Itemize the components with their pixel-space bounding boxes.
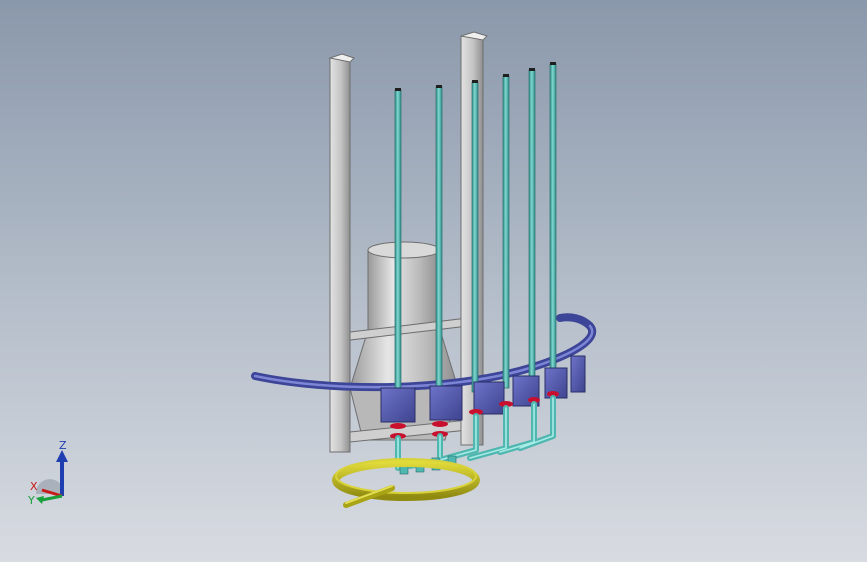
- valve-box[interactable]: [380, 387, 416, 423]
- fitting[interactable]: [390, 423, 406, 429]
- orientation-triad[interactable]: Z X Y: [22, 440, 82, 510]
- vertical-pipe[interactable]: [528, 68, 536, 383]
- x-axis-label: X: [30, 480, 38, 493]
- z-axis-label: Z: [59, 440, 67, 452]
- base-ring[interactable]: [332, 458, 480, 508]
- vertical-pipe[interactable]: [471, 80, 479, 393]
- y-axis-label: Y: [27, 494, 35, 507]
- vertical-pipe[interactable]: [549, 62, 557, 375]
- cad-3d-viewport[interactable]: Z X Y: [0, 0, 867, 562]
- vertical-pipe[interactable]: [435, 85, 443, 393]
- frame-post-left[interactable]: [328, 53, 355, 453]
- valve-box[interactable]: [570, 355, 586, 393]
- vertical-pipe[interactable]: [502, 74, 510, 389]
- fitting[interactable]: [432, 421, 448, 427]
- y-axis-icon: [41, 494, 63, 502]
- assembly-model[interactable]: [0, 0, 867, 562]
- vertical-pipe[interactable]: [394, 88, 402, 391]
- valve-box[interactable]: [429, 385, 463, 421]
